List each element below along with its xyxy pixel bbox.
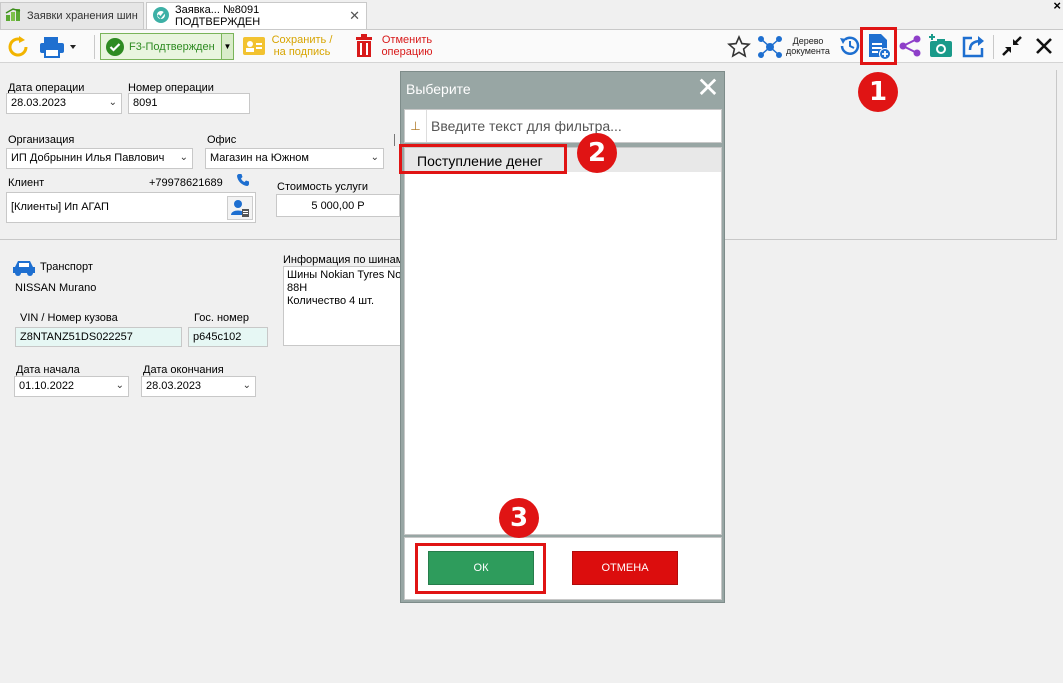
status-button[interactable]: F3-Подтвержден ▼: [100, 33, 234, 60]
close-tab-icon[interactable]: ✕: [349, 8, 360, 24]
brush-icon[interactable]: ⊥: [405, 110, 427, 142]
highlight-create-document: [860, 27, 897, 65]
panel-border: [1056, 70, 1057, 240]
document-tree-button[interactable]: Дерево документа: [782, 36, 834, 56]
tab-request-8091[interactable]: Заявка... №8091 ПОДТВЕРЖДЕН ✕: [146, 2, 367, 29]
service-cost-field[interactable]: 5 000,00 Р: [276, 194, 400, 217]
phone-icon[interactable]: [236, 173, 250, 190]
gear-check-icon: [151, 5, 171, 28]
add-photo-icon[interactable]: [928, 34, 954, 61]
filter-placeholder: Введите текст для фильтра...: [431, 118, 622, 134]
chevron-down-icon: ⌄: [242, 380, 251, 391]
sign-icon: [242, 36, 266, 59]
office-value: Магазин на Южном: [210, 152, 309, 164]
options-list: Поступление денег: [404, 147, 722, 535]
plate-label: Гос. номер: [194, 312, 249, 324]
client-label: Клиент: [8, 177, 45, 189]
client-card-icon[interactable]: [227, 196, 253, 220]
car-model: NISSAN Murano: [15, 282, 97, 294]
save-for-signature-button[interactable]: Сохранить / на подпись: [268, 34, 336, 58]
cancel-operation-button[interactable]: Отменить операцию: [378, 34, 436, 58]
cancel-operation-line2: операцию: [381, 46, 433, 58]
vin-label: VIN / Номер кузова: [20, 312, 118, 324]
service-cost-value: 5 000,00 Р: [311, 200, 365, 212]
share-icon[interactable]: [898, 34, 922, 61]
start-date-value: 01.10.2022: [19, 380, 75, 392]
end-date-value: 28.03.2023: [146, 380, 202, 392]
service-cost-label: Стоимость услуги: [277, 181, 369, 193]
tires-info-line3: Количество 4 шт.: [287, 295, 375, 307]
start-date-field[interactable]: 01.10.2022 ⌄: [14, 376, 129, 397]
operation-number-value: 8091: [133, 97, 158, 109]
tires-info-field[interactable]: Шины Nokian Tyres Nor 88H Количество 4 ш…: [283, 266, 401, 346]
plate-value: р645с102: [193, 331, 242, 343]
operation-date-field[interactable]: 28.03.2023 ⌄: [6, 93, 122, 114]
tab-tire-storage-requests[interactable]: Заявки хранения шин: [0, 2, 144, 29]
close-icon[interactable]: [1034, 36, 1054, 59]
close-icon[interactable]: ✕: [695, 74, 721, 102]
office-field[interactable]: Магазин на Южном ⌄: [205, 148, 384, 169]
status-label: F3-Подтвержден: [129, 40, 215, 53]
document-tree-icon[interactable]: [756, 33, 784, 64]
step-badge-3: 3: [499, 498, 539, 538]
end-date-label: Дата окончания: [143, 364, 224, 376]
highlight-ok-button: [415, 543, 546, 594]
client-field[interactable]: [Клиенты] Ип АГАП: [6, 192, 256, 223]
check-circle-icon: [105, 37, 125, 57]
vin-field[interactable]: Z8NTANZ51DS022257: [15, 327, 182, 347]
document-tree-line2: документа: [786, 46, 830, 56]
collapse-icon[interactable]: [1001, 35, 1023, 60]
cancel-button[interactable]: ОТМЕНА: [572, 551, 678, 585]
highlight-list-item: [399, 144, 567, 174]
cancel-operation-line1: Отменить: [381, 34, 433, 46]
toolbar-separator: [993, 35, 994, 59]
tires-info-label: Информация по шинам: [283, 254, 404, 266]
chevron-down-icon[interactable]: ▼: [221, 34, 233, 59]
tab-bar: Заявки хранения шин Заявка... №8091 ПОДТ…: [0, 0, 1063, 30]
tab-label: Заявки хранения шин: [27, 10, 138, 22]
client-value: [Клиенты] Ип АГАП: [11, 201, 109, 213]
end-date-field[interactable]: 28.03.2023 ⌄: [141, 376, 256, 397]
star-icon[interactable]: [727, 35, 751, 62]
toolbar-separator: [94, 35, 95, 59]
document-tree-line1: Дерево: [792, 36, 824, 46]
organization-field[interactable]: ИП Добрынин Илья Павлович ⌄: [6, 148, 193, 169]
chevron-down-icon: ⌄: [108, 97, 117, 108]
history-icon[interactable]: [838, 34, 862, 61]
dialog-title: Выберите: [406, 81, 471, 97]
toolbar: F3-Подтвержден ▼ Сохранить / на подпись …: [0, 30, 1063, 63]
chevron-down-icon: ⌄: [179, 152, 188, 163]
chevron-down-icon: ⌄: [370, 152, 379, 163]
filter-input[interactable]: ⊥ Введите текст для фильтра...: [404, 109, 722, 143]
transport-title: Транспорт: [40, 261, 93, 273]
operation-number-field[interactable]: 8091: [128, 93, 250, 114]
grid-icon: [5, 7, 23, 25]
trash-icon: [354, 34, 374, 61]
step-badge-1: 1: [858, 72, 898, 112]
save-for-signature-line2: на подпись: [273, 46, 331, 58]
organization-label: Организация: [8, 134, 75, 146]
chevron-down-icon: ⌄: [115, 380, 124, 391]
client-phone: +79978621689: [149, 177, 223, 189]
window-close-icon[interactable]: ×: [1053, 0, 1061, 13]
car-icon: [12, 259, 36, 280]
plate-field[interactable]: р645с102: [188, 327, 268, 347]
organization-value: ИП Добрынин Илья Павлович: [11, 152, 165, 164]
tires-info-line1: Шины Nokian Tyres Nor: [287, 269, 401, 281]
start-date-label: Дата начала: [16, 364, 80, 376]
step-badge-2: 2: [577, 133, 617, 173]
refresh-icon[interactable]: [6, 35, 30, 62]
print-icon[interactable]: [40, 36, 80, 61]
save-for-signature-line1: Сохранить /: [271, 34, 333, 46]
vin-value: Z8NTANZ51DS022257: [20, 331, 133, 343]
operation-date-value: 28.03.2023: [11, 97, 67, 109]
tires-info-line2: 88H: [287, 282, 308, 294]
office-label: Офис: [207, 134, 237, 146]
tab-label: Заявка... №8091 ПОДТВЕРЖДЕН: [175, 4, 261, 28]
export-icon[interactable]: [962, 34, 986, 61]
